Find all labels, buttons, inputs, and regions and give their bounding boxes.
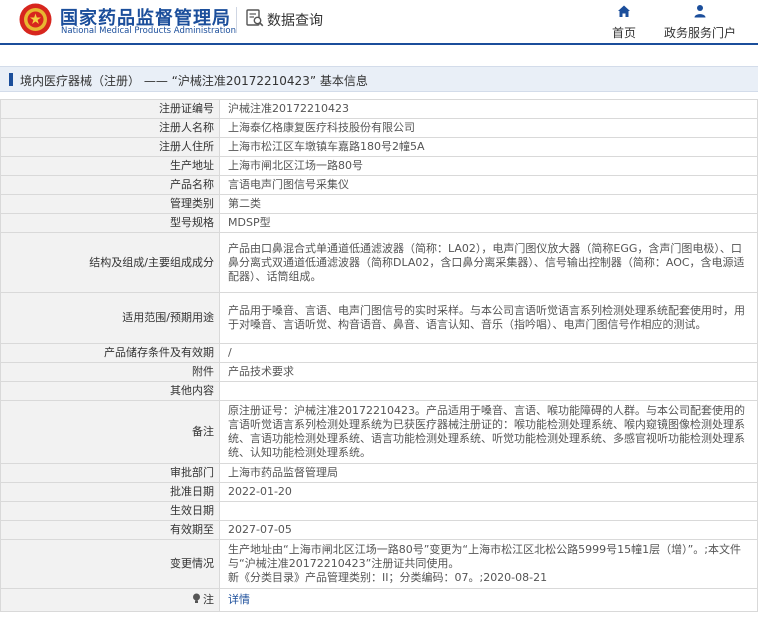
note-label: 注 (203, 593, 214, 606)
field-label: 批准日期 (0, 482, 220, 502)
field-label: 管理类别 (0, 194, 220, 214)
change-line: 生产地址由“上海市闸北区江场一路80号”变更为“上海市松江区北松公路5999号1… (228, 543, 741, 570)
header-underline (0, 43, 758, 45)
field-label: 型号规格 (0, 213, 220, 233)
field-value: 产品技术要求 (219, 362, 758, 382)
detail-row: 注册人名称 上海泰亿格康复医疗科技股份有限公司 (0, 118, 758, 138)
header-divider (236, 7, 237, 33)
detail-row: 适用范围/预期用途 产品用于嗓音、言语、电声门图信号的实时采样。与本公司言语听觉… (0, 292, 758, 344)
change-line: 新《分类目录》产品管理类别：II；分类编码：07。;2020-08-21 (228, 571, 548, 584)
detail-row: 审批部门 上海市药品监督管理局 (0, 463, 758, 483)
field-value: / (219, 343, 758, 363)
detail-row: 注册人住所 上海市松江区车墩镇车嘉路180号2幢5A (0, 137, 758, 157)
field-label: 注册人住所 (0, 137, 220, 157)
lightbulb-icon (193, 593, 200, 603)
field-value: 沪械注准20172210423 (219, 99, 758, 119)
user-icon (694, 5, 706, 18)
detail-row: 附件 产品技术要求 (0, 362, 758, 382)
field-value: 原注册证号：沪械注准20172210423。产品适用于嗓音、言语、喉功能障碍的人… (219, 400, 758, 464)
site-header: 国家药品监督管理局 National Medical Products Admi… (0, 0, 758, 43)
field-value: 言语电声门图信号采集仪 (219, 175, 758, 195)
field-label: 生效日期 (0, 501, 220, 521)
field-value: 上海泰亿格康复医疗科技股份有限公司 (219, 118, 758, 138)
field-label: 备注 (0, 400, 220, 464)
field-label: 其他内容 (0, 381, 220, 401)
field-value: 产品由口鼻混合式单通道低通滤波器（简称：LA02），电声门图仪放大器（简称EGG… (219, 232, 758, 293)
field-label: 附件 (0, 362, 220, 382)
detail-row: 变更情况 生产地址由“上海市闸北区江场一路80号”变更为“上海市松江区北松公路5… (0, 539, 758, 589)
nav-home[interactable]: 首页 (607, 4, 641, 41)
field-value: 第二类 (219, 194, 758, 214)
field-value (219, 381, 758, 401)
field-value: 上海市药品监督管理局 (219, 463, 758, 483)
detail-row: 注册证编号 沪械注准20172210423 (0, 99, 758, 119)
field-value: 2022-01-20 (219, 482, 758, 502)
breadcrumb-marker (9, 73, 13, 86)
details-link[interactable]: 详情 (228, 593, 250, 606)
breadcrumb-text: 境内医疗器械（注册） —— “沪械注准20172210423” 基本信息 (20, 74, 368, 88)
field-value: 上海市闸北区江场一路80号 (219, 156, 758, 176)
detail-row: 生产地址 上海市闸北区江场一路80号 (0, 156, 758, 176)
field-label: 有效期至 (0, 520, 220, 540)
home-icon (618, 5, 630, 17)
detail-row: 批准日期 2022-01-20 (0, 482, 758, 502)
nav-home-label: 首页 (611, 26, 636, 40)
field-label-note: 注 (0, 588, 220, 612)
field-label: 结构及组成/主要组成成分 (0, 232, 220, 293)
detail-row: 备注 原注册证号：沪械注准20172210423。产品适用于嗓音、言语、喉功能障… (0, 400, 758, 464)
field-label: 产品名称 (0, 175, 220, 195)
field-label: 审批部门 (0, 463, 220, 483)
field-value: 详情 (219, 588, 758, 612)
field-value (219, 501, 758, 521)
data-query-label[interactable]: 数据查询 (267, 10, 323, 30)
site-name-en: National Medical Products Administration (61, 26, 236, 36)
detail-row: 产品储存条件及有效期 / (0, 343, 758, 363)
detail-row: 型号规格 MDSP型 (0, 213, 758, 233)
field-label: 注册人名称 (0, 118, 220, 138)
field-label: 生产地址 (0, 156, 220, 176)
detail-row: 有效期至 2027-07-05 (0, 520, 758, 540)
field-label: 变更情况 (0, 539, 220, 589)
field-value: 生产地址由“上海市闸北区江场一路80号”变更为“上海市松江区北松公路5999号1… (219, 539, 758, 589)
detail-row: 结构及组成/主要组成成分 产品由口鼻混合式单通道低通滤波器（简称：LA02），电… (0, 232, 758, 293)
field-label: 产品储存条件及有效期 (0, 343, 220, 363)
field-value: 2027-07-05 (219, 520, 758, 540)
nav-gov-label: 政务服务门户 (663, 26, 736, 40)
national-emblem-icon (19, 3, 52, 36)
field-label: 注册证编号 (0, 99, 220, 119)
field-value: MDSP型 (219, 213, 758, 233)
breadcrumb: 境内医疗器械（注册） —— “沪械注准20172210423” 基本信息 (0, 66, 758, 92)
detail-row: 产品名称 言语电声门图信号采集仪 (0, 175, 758, 195)
field-value: 上海市松江区车墩镇车嘉路180号2幢5A (219, 137, 758, 157)
nav-gov-service[interactable]: 政务服务门户 (660, 4, 740, 41)
detail-row: 其他内容 (0, 381, 758, 401)
detail-row: 管理类别 第二类 (0, 194, 758, 214)
data-query-icon (246, 9, 264, 27)
detail-table: 注册证编号 沪械注准20172210423 注册人名称 上海泰亿格康复医疗科技股… (0, 99, 758, 612)
detail-row: 生效日期 (0, 501, 758, 521)
field-value: 产品用于嗓音、言语、电声门图信号的实时采样。与本公司言语听觉语言系列检测处理系统… (219, 292, 758, 344)
field-label: 适用范围/预期用途 (0, 292, 220, 344)
detail-row: 注 详情 (0, 588, 758, 612)
